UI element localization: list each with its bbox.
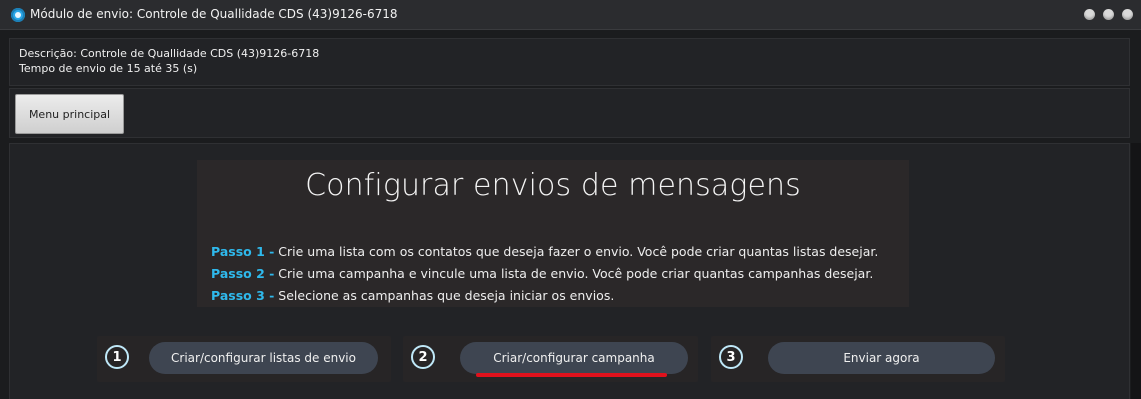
instructions-box: Configurar envios de mensagens Passo 1 -…: [197, 160, 909, 307]
create-lists-button[interactable]: Criar/configurar listas de envio: [149, 342, 378, 374]
step-3-label: Passo 3 -: [211, 288, 275, 303]
step-2-label: Passo 2 -: [211, 266, 275, 281]
main-menu-button[interactable]: Menu principal: [15, 94, 124, 134]
step-1-description: Crie uma lista com os contatos que desej…: [274, 244, 879, 259]
step-1-number-icon: 1: [105, 345, 129, 369]
window-title: Módulo de envio: Controle de Quallidade …: [30, 7, 398, 21]
highlight-underline: [476, 373, 667, 377]
step-2-description: Crie uma campanha e vincule uma lista de…: [274, 266, 874, 281]
action-group-send: 3 Enviar agora: [711, 336, 1005, 382]
window-dot-icon[interactable]: [1122, 9, 1133, 20]
send-now-button[interactable]: Enviar agora: [768, 342, 995, 374]
window-dot-icon[interactable]: [1103, 9, 1114, 20]
send-time-text: Tempo de envio de 15 até 35 (s): [19, 62, 198, 75]
step-3-description: Selecione as campanhas que deseja inicia…: [274, 288, 615, 303]
step-1-label: Passo 1 -: [211, 244, 275, 259]
step-3-text: Passo 3 - Selecione as campanhas que des…: [211, 288, 614, 303]
action-group-lists: 1 Criar/configurar listas de envio: [97, 336, 391, 382]
menu-panel: Menu principal: [9, 88, 1130, 138]
window-controls: [1084, 9, 1133, 20]
description-text: Descrição: Controle de Quallidade CDS (4…: [19, 47, 320, 60]
window-edge: [1131, 143, 1141, 399]
step-2-text: Passo 2 - Crie uma campanha e vincule um…: [211, 266, 873, 281]
window-titlebar: Módulo de envio: Controle de Quallidade …: [0, 0, 1141, 30]
step-2-number-icon: 2: [411, 345, 435, 369]
step-3-number-icon: 3: [719, 345, 743, 369]
page-title: Configurar envios de mensagens: [305, 168, 801, 203]
description-panel: Descrição: Controle de Quallidade CDS (4…: [9, 38, 1130, 86]
step-1-text: Passo 1 - Crie uma lista com os contatos…: [211, 244, 878, 259]
create-campaign-button[interactable]: Criar/configurar campanha: [460, 342, 688, 374]
window-dot-icon[interactable]: [1084, 9, 1095, 20]
app-icon: [11, 8, 25, 22]
